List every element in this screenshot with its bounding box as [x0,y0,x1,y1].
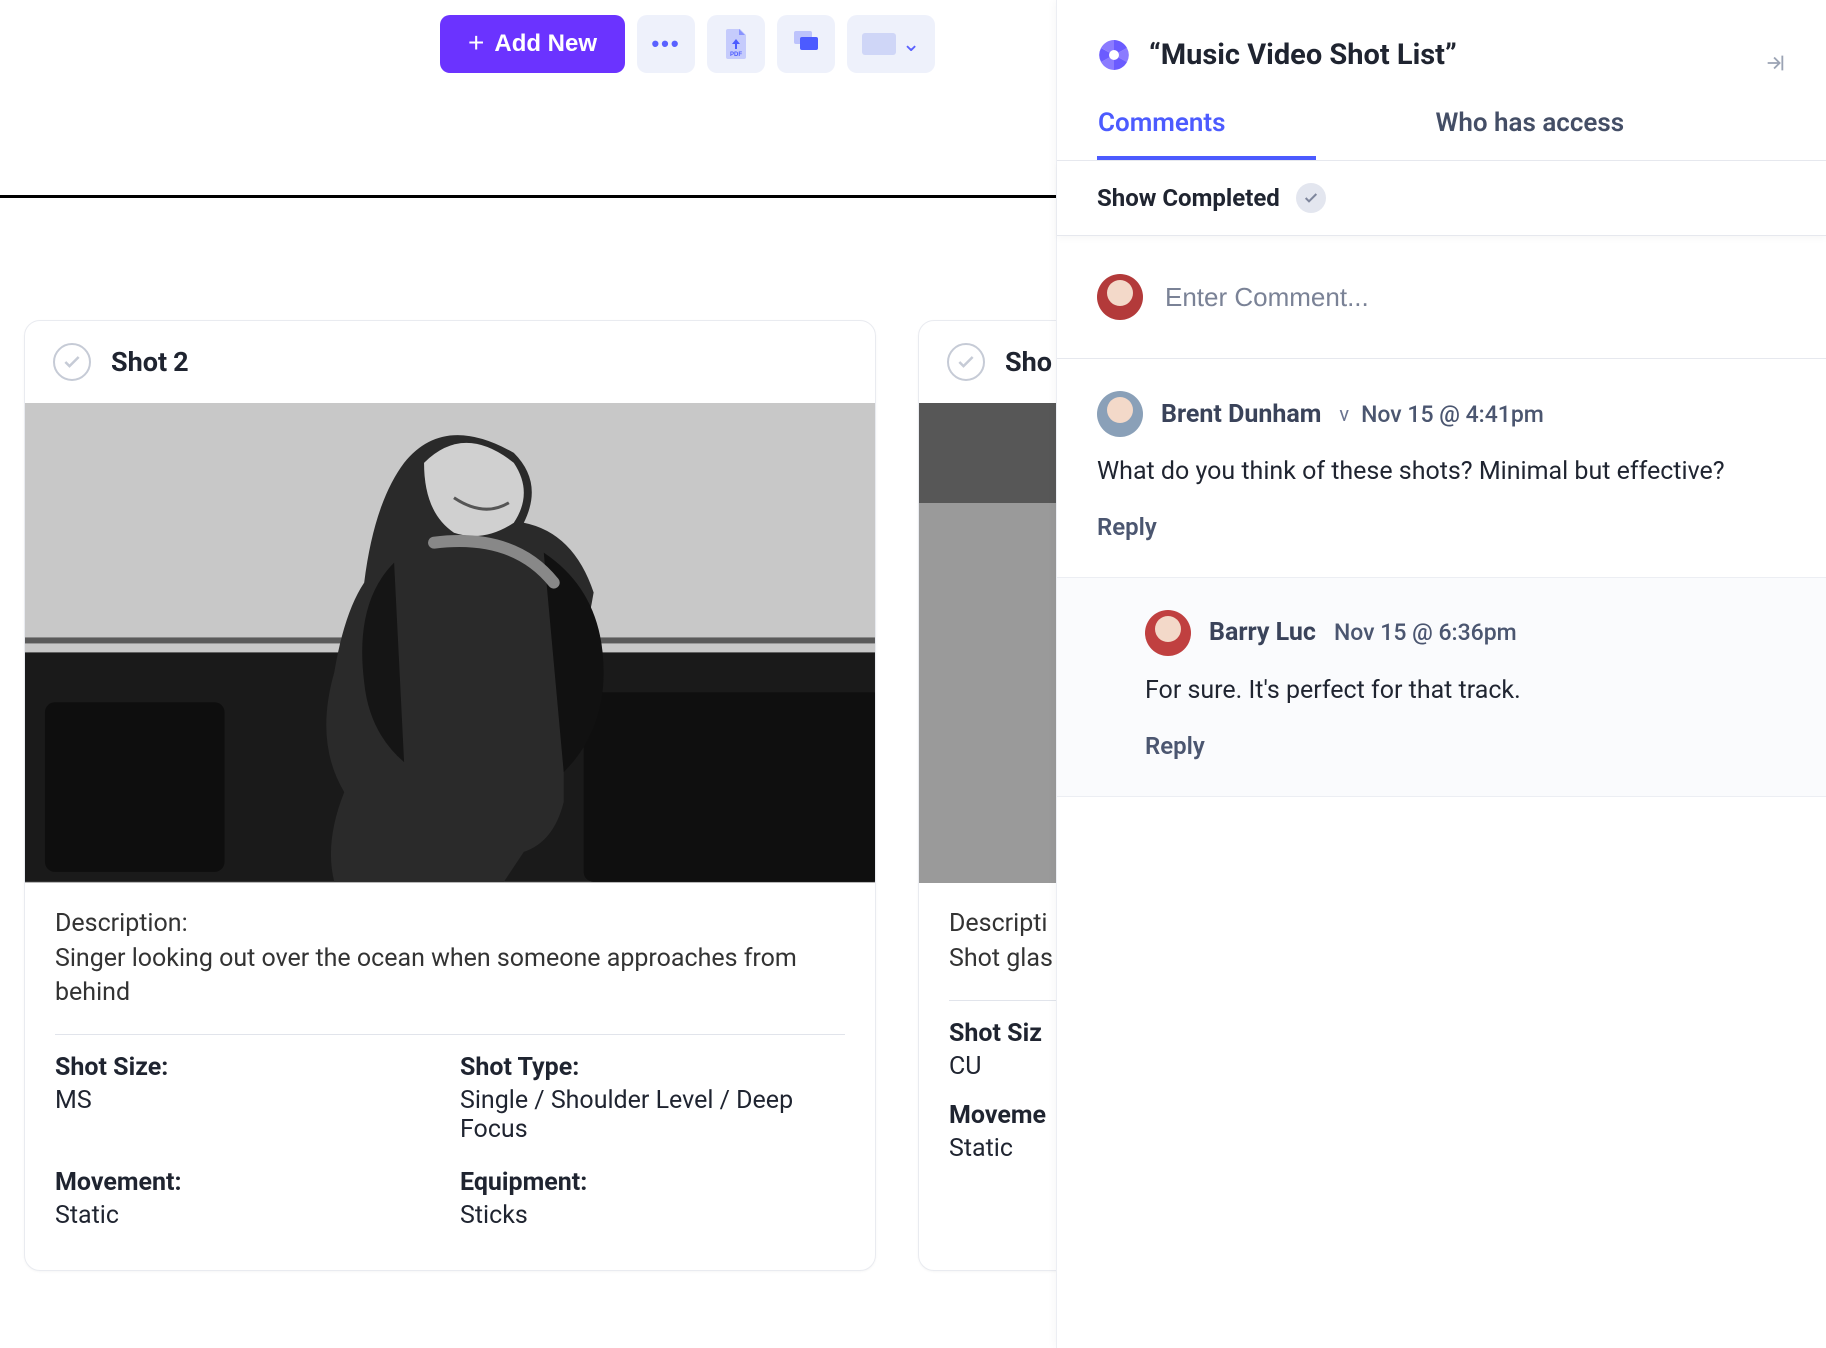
comment-item: Barry Luc Nov 15 @ 6:36pm For sure. It's… [1057,578,1826,797]
svg-text:PDF: PDF [730,52,742,58]
shot-size-value: MS [55,1086,440,1115]
panel-title: “Music Video Shot List” [1149,38,1457,72]
comments-panel: “Music Video Shot List” Comments Who has… [1056,0,1826,1348]
chat-icon [792,27,820,61]
comment-time: Nov 15 @ 6:36pm [1334,619,1517,646]
aperture-icon [1097,38,1131,72]
equipment-label: Equipment: [460,1168,845,1197]
collapse-panel-button[interactable] [1764,52,1786,78]
check-icon [62,352,82,372]
movement-label: Movement: [55,1168,440,1197]
shot-type-value: Single / Shoulder Level / Deep Focus [460,1086,845,1144]
plus-icon [468,29,484,59]
complete-toggle[interactable] [53,343,91,381]
comment-input[interactable] [1165,282,1786,313]
movement-value: Static [55,1201,440,1230]
comment-time: Nov 15 @ 4:41pm [1361,401,1544,428]
check-icon [956,352,976,372]
shot-card-header: Shot2 [25,321,875,403]
show-completed-row: Show Completed [1057,161,1826,236]
storyboard-illustration [25,403,875,882]
shot-card-body: Description: Singer looking out over the… [25,883,875,1270]
complete-toggle[interactable] [947,343,985,381]
comment-body: What do you think of these shots? Minima… [1097,455,1786,489]
tab-comments[interactable]: Comments [1097,108,1316,160]
reply-button[interactable]: Reply [1097,513,1786,541]
show-completed-label: Show Completed [1097,184,1280,212]
comment-body: For sure. It's perfect for that track. [1145,674,1786,708]
comment-composer [1057,236,1826,359]
avatar [1097,274,1143,320]
shot-size-label: Shot Size: [55,1053,440,1082]
description-label: Description: [55,909,845,938]
description-text: Singer looking out over the ocean when s… [55,942,845,1010]
chevron-down-icon [902,31,920,57]
export-pdf-button[interactable]: PDF [707,15,765,73]
add-new-label: Add New [494,30,597,58]
check-icon [1303,190,1319,206]
version-marker: v [1339,402,1349,426]
more-options-button[interactable] [637,15,695,73]
shot-card[interactable]: Shot2 Description: Singer look [24,320,876,1271]
layout-icon [862,33,896,55]
comment-author: Brent Dunham [1161,400,1321,429]
add-new-button[interactable]: Add New [440,15,625,73]
tab-access[interactable]: Who has access [1436,108,1625,160]
avatar [1145,610,1191,656]
shot-image[interactable] [25,403,875,883]
field-divider [55,1034,845,1035]
shot-title: Sho [1005,346,1052,378]
avatar [1097,391,1143,437]
ellipsis-icon [651,31,680,57]
comment-item: Brent Dunham v Nov 15 @ 4:41pm What do y… [1057,359,1826,578]
layout-dropdown-button[interactable] [847,15,935,73]
show-completed-toggle[interactable] [1296,183,1326,213]
shot-title: Shot2 [111,346,189,378]
comments-button[interactable] [777,15,835,73]
equipment-value: Sticks [460,1201,845,1230]
reply-button[interactable]: Reply [1145,732,1786,760]
shot-type-label: Shot Type: [460,1053,845,1082]
panel-tabs: Comments Who has access [1097,108,1786,160]
comment-author: Barry Luc [1209,618,1316,647]
collapse-icon [1764,52,1786,74]
pdf-icon: PDF [724,29,748,59]
